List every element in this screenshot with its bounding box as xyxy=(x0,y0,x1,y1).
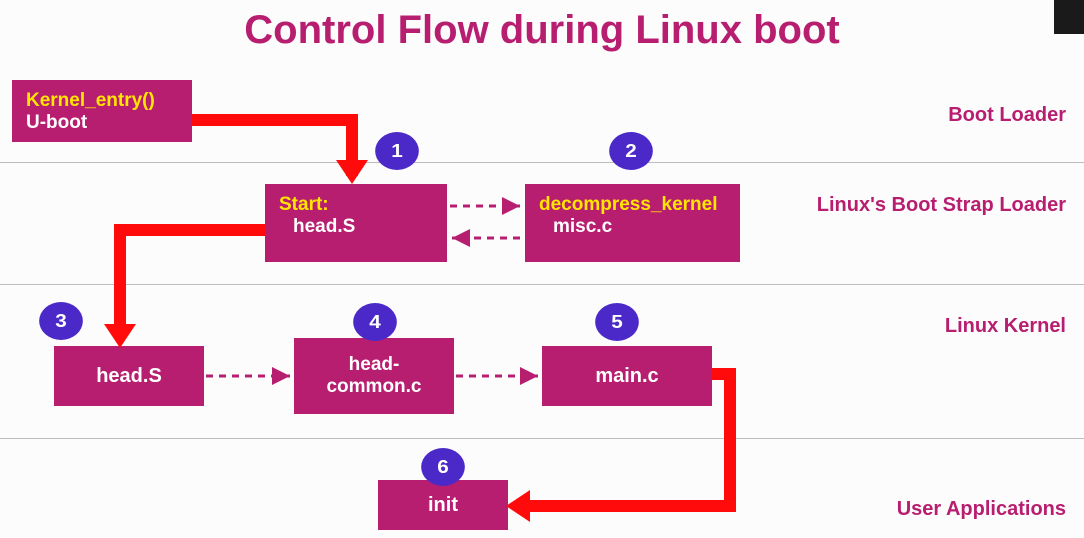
step-badge-3: 3 xyxy=(39,302,83,340)
section-label-userapps: User Applications xyxy=(897,498,1066,521)
node-head-s: Start: head.S xyxy=(265,184,447,262)
node-init: init xyxy=(378,480,508,530)
section-label-bootloader: Boot Loader xyxy=(948,104,1066,127)
node-main: main.c xyxy=(542,346,712,406)
divider-3 xyxy=(0,438,1084,439)
step-badge-6: 6 xyxy=(421,448,465,486)
node-head-common-label: head-common.c xyxy=(302,354,446,398)
node-uboot: Kernel_entry() U-boot xyxy=(12,80,192,142)
node-misc-top: decompress_kernel xyxy=(539,194,726,216)
node-head-s-sub: head.S xyxy=(279,216,433,238)
step-badge-2: 2 xyxy=(609,132,653,170)
step-badge-5: 5 xyxy=(595,303,639,341)
step-badge-1: 1 xyxy=(375,132,419,170)
section-label-bootstrap: Linux's Boot Strap Loader xyxy=(817,194,1066,217)
node-head-s2: head.S xyxy=(54,346,204,406)
node-head-s-top: Start: xyxy=(279,194,433,216)
node-uboot-sub: U-boot xyxy=(26,112,178,134)
node-uboot-fn: Kernel_entry() xyxy=(26,90,178,112)
node-head-common: head-common.c xyxy=(294,338,454,414)
step-badge-4: 4 xyxy=(353,303,397,341)
node-init-label: init xyxy=(428,494,458,517)
node-misc-sub: misc.c xyxy=(539,216,726,238)
divider-1 xyxy=(0,162,1084,163)
divider-2 xyxy=(0,284,1084,285)
node-head-s2-label: head.S xyxy=(96,365,162,388)
node-misc: decompress_kernel misc.c xyxy=(525,184,740,262)
node-main-label: main.c xyxy=(595,365,658,388)
diagram-title: Control Flow during Linux boot xyxy=(0,8,1084,53)
section-label-kernel: Linux Kernel xyxy=(945,315,1066,338)
